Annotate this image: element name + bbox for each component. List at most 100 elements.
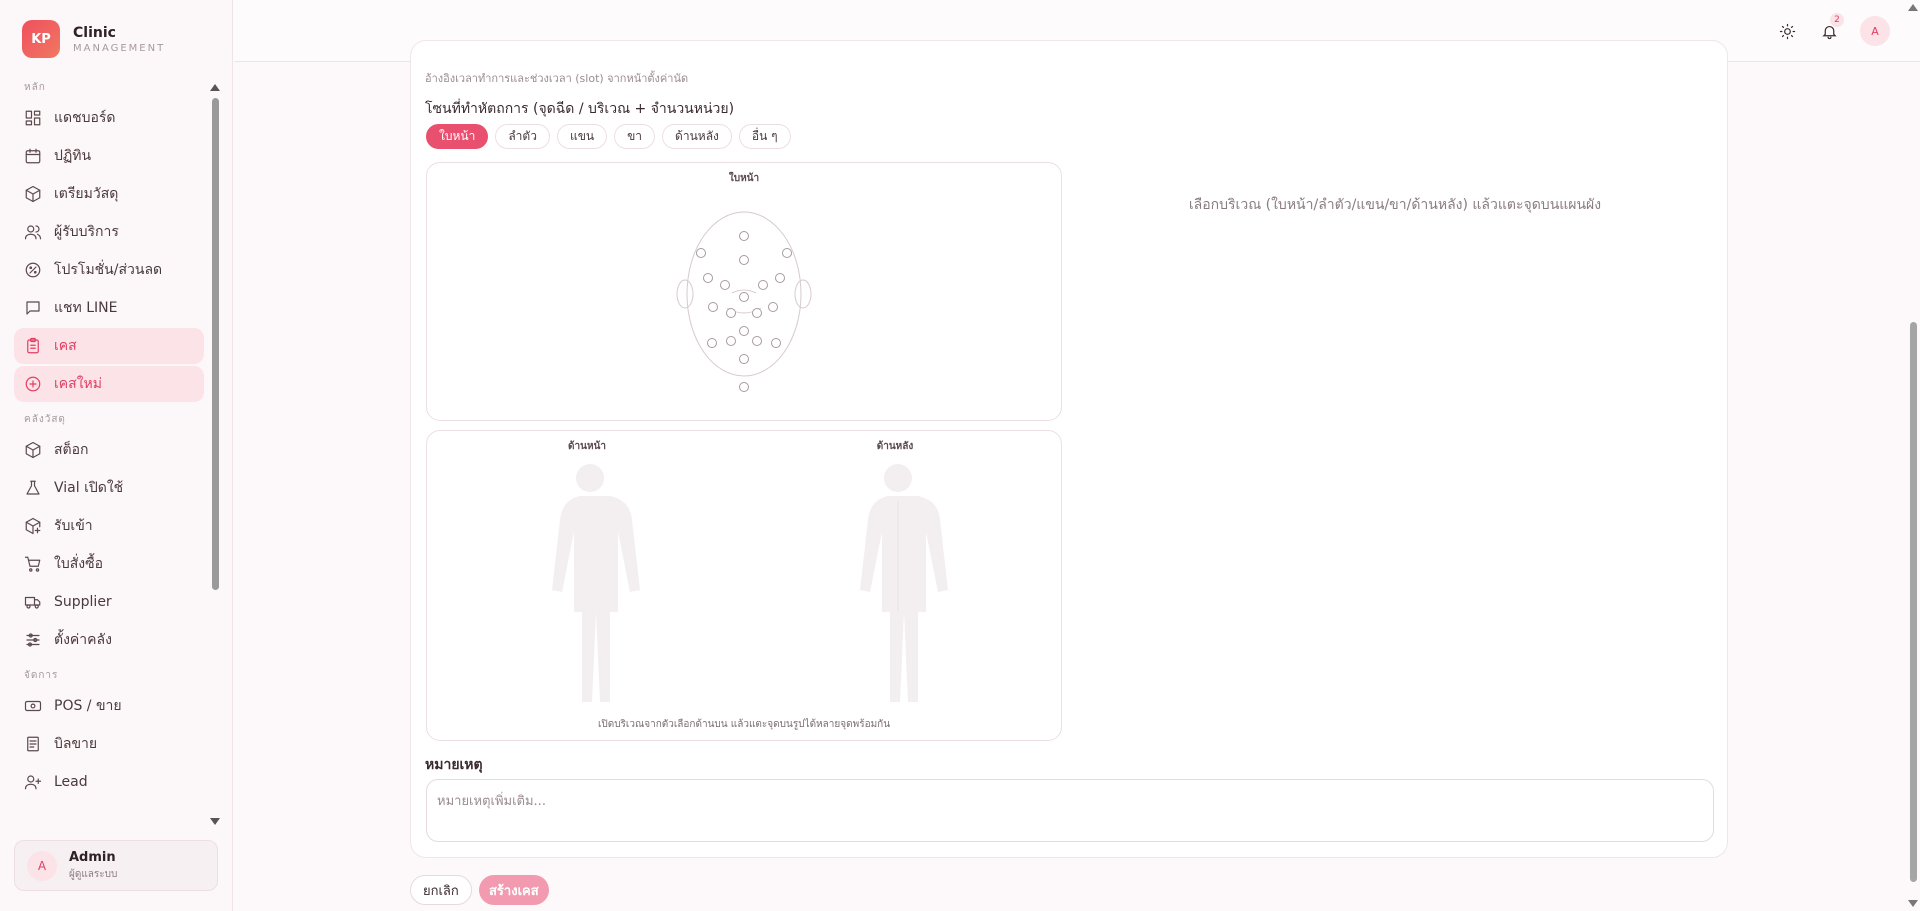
sidebar-item-label: POS / ขาย [54, 698, 122, 714]
sidebar-item-calendar[interactable]: ปฏิทิน [14, 138, 204, 174]
package-plus-icon [25, 517, 41, 535]
injection-point[interactable] [758, 280, 768, 290]
injection-point[interactable] [768, 302, 778, 312]
sun-icon [1779, 23, 1795, 39]
injection-point[interactable] [708, 302, 718, 312]
injection-point[interactable] [703, 273, 713, 283]
brand-logo: KP [22, 20, 60, 58]
nav-section-manage: จัดการ [24, 670, 59, 681]
user-role: ผู้ดูแลระบบ [69, 868, 118, 880]
sidebar-item-new-case[interactable]: เคสใหม่ [14, 366, 204, 402]
appointment-hint: อ้างอิงเวลาทำการและช่วงเวลา (slot) จากหน… [425, 72, 689, 85]
injection-point[interactable] [739, 231, 749, 241]
face-diagram [676, 211, 812, 392]
sidebar-item-promotions[interactable]: โปรโมชั่น/ส่วนลด [14, 252, 204, 288]
injection-point[interactable] [726, 308, 736, 318]
injection-point[interactable] [782, 248, 792, 258]
sidebar-item-pos[interactable]: POS / ขาย [14, 688, 204, 724]
flask-icon [26, 480, 40, 495]
sidebar-item-label: ผู้รับบริการ [54, 224, 119, 240]
sidebar-item-label: โปรโมชั่น/ส่วนลด [54, 262, 163, 278]
sidebar-item-label: เคสใหม่ [54, 376, 102, 392]
injection-point[interactable] [739, 255, 749, 265]
page-scrollbar[interactable] [1908, 0, 1920, 911]
sidebar-item-vials[interactable]: Vial เปิดใช้ [14, 470, 204, 506]
sidebar-item-inventory-settings[interactable]: ตั้งค่าคลัง [14, 622, 204, 658]
notes-textarea[interactable] [426, 779, 1714, 842]
page-scroll-down[interactable] [1908, 900, 1918, 907]
sidebar: KP Clinic MANAGEMENT หลัก แดชบอร์ด ปฏิทิ… [0, 0, 233, 911]
nav-section-inventory: คลังวัสดุ [24, 414, 66, 425]
brand-title: Clinic [73, 24, 116, 41]
chip-legs[interactable]: ขา [614, 124, 656, 149]
box-icon [25, 441, 41, 459]
sidebar-item-label: สต็อก [54, 442, 89, 458]
injection-point[interactable] [771, 338, 781, 348]
sidebar-item-cases[interactable]: เคส [14, 328, 204, 364]
chip-face[interactable]: ใบหน้า [426, 124, 489, 149]
sidebar-item-label: แดชบอร์ด [54, 110, 116, 126]
calendar-icon [25, 148, 41, 164]
sidebar-item-label: เตรียมวัสดุ [54, 186, 119, 202]
theme-toggle-button[interactable] [1772, 16, 1802, 46]
sidebar-item-label: รับเข้า [54, 518, 93, 534]
injection-point[interactable] [720, 280, 730, 290]
injection-point[interactable] [752, 336, 762, 346]
sidebar-scroll-down[interactable] [210, 818, 220, 825]
cart-icon [24, 556, 41, 572]
chat-icon [26, 301, 40, 315]
create-case-button[interactable]: สร้างเคส [479, 875, 549, 905]
sliders-icon [26, 633, 40, 647]
page-scroll-up[interactable] [1908, 4, 1918, 11]
sidebar-item-dashboard[interactable]: แดชบอร์ด [14, 100, 204, 136]
cancel-button[interactable]: ยกเลิก [410, 875, 472, 905]
injection-point[interactable] [696, 248, 706, 258]
notifications-button[interactable]: 2 [1814, 13, 1844, 46]
page-scroll-thumb[interactable] [1910, 322, 1917, 882]
injection-point[interactable] [752, 308, 762, 318]
zone-chips: ใบหน้า ลำตัว แขน ขา ด้านหลัง อื่น ๆ [426, 124, 798, 149]
sidebar-item-line-chat[interactable]: แชท LINE [14, 290, 204, 326]
sidebar-scrollbar[interactable] [212, 98, 219, 590]
sidebar-item-label: แชท LINE [54, 300, 118, 316]
injection-point[interactable] [739, 326, 749, 336]
avatar: A [27, 850, 57, 881]
injection-point[interactable] [707, 338, 717, 348]
body-diagram [552, 464, 948, 702]
sidebar-scroll-up[interactable] [210, 84, 220, 91]
notes-label: หมายเหตุ [425, 757, 483, 773]
injection-point[interactable] [739, 354, 749, 364]
discount-icon [25, 262, 41, 278]
chip-arms[interactable]: แขน [556, 124, 608, 149]
sidebar-item-clients[interactable]: ผู้รับบริการ [14, 214, 204, 250]
injection-point[interactable] [775, 273, 785, 283]
sidebar-item-supplier[interactable]: Supplier [14, 584, 204, 620]
sidebar-item-invoices[interactable]: บิลขาย [14, 726, 204, 762]
chip-torso[interactable]: ลำตัว [495, 124, 550, 149]
sidebar-item-label: ใบสั่งซื้อ [54, 556, 104, 572]
dashboard-icon [25, 110, 41, 126]
injection-point[interactable] [726, 336, 736, 346]
profile-avatar[interactable]: A [1860, 16, 1890, 46]
user-name: Admin [69, 849, 116, 865]
sidebar-item-purchase-orders[interactable]: ใบสั่งซื้อ [14, 546, 204, 582]
sidebar-item-label: ปฏิทิน [54, 148, 92, 164]
chip-back[interactable]: ด้านหลัง [662, 124, 732, 149]
injection-point[interactable] [739, 292, 749, 302]
truck-icon [24, 596, 41, 609]
receipt-icon [27, 736, 39, 752]
chip-other[interactable]: อื่น ๆ [738, 124, 791, 149]
user-card[interactable]: A Admin ผู้ดูแลระบบ [14, 840, 218, 891]
sidebar-item-stock[interactable]: สต็อก [14, 432, 204, 468]
nav-section-main: หลัก [24, 82, 46, 93]
notification-badge: 2 [1830, 13, 1844, 27]
sidebar-item-lead[interactable]: Lead [14, 764, 204, 800]
sidebar-item-label: เคส [54, 338, 77, 354]
brand[interactable]: KP Clinic MANAGEMENT [22, 20, 165, 58]
injection-point[interactable] [739, 382, 749, 392]
sidebar-item-materials[interactable]: เตรียมวัสดุ [14, 176, 204, 212]
sidebar-item-receiving[interactable]: รับเข้า [14, 508, 204, 544]
zone-label: โซนที่ทำหัตถการ (จุดฉีด / บริเวณ + จำนวน… [425, 101, 735, 117]
package-icon [25, 185, 41, 203]
users-icon [24, 225, 42, 240]
